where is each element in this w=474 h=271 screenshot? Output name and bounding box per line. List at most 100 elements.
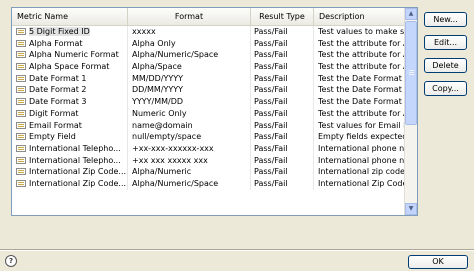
format-cell: null/empty/space	[128, 131, 251, 143]
table-row[interactable]: 5 Digit Fixed ID xxxxx Pass/Fail Test value…	[12, 26, 405, 38]
description-cell-text: Test the attribute for All	[318, 108, 405, 118]
table-row[interactable]: International Zip Code... Alpha/Numeric Pa…	[12, 166, 405, 178]
metric-name-cell-text: Alpha Space Format	[29, 62, 110, 72]
table-row[interactable]: Alpha Space Format Alpha/Space Pass/Fail Te…	[12, 61, 405, 73]
table-row[interactable]: Date Format 1 MM/DD/YYYY Pass/Fail Test the…	[12, 72, 405, 85]
description-cell-text: International phone nun	[318, 155, 405, 165]
scrollbar-thumb[interactable]	[405, 21, 417, 125]
table-row[interactable]: Date Format 2 DD/MM/YYYY Pass/Fail Test the…	[12, 84, 405, 97]
vertical-scrollbar[interactable]: ▲ ▼	[404, 8, 417, 215]
format-cell: MM/DD/YYYY	[128, 72, 251, 85]
result-type-cell-text: Pass/Fail	[254, 38, 288, 48]
metric-name-cell-text: Date Format 1	[29, 73, 87, 83]
result-type-cell-text: Pass/Fail	[254, 62, 288, 72]
description-cell-text: Test values to make sur	[318, 27, 405, 36]
dialog-separator	[0, 249, 474, 251]
metric-icon	[16, 109, 26, 117]
delete-button[interactable]: Delete	[424, 58, 467, 73]
metric-icon	[16, 74, 26, 82]
format-cell: YYYY/MM/DD	[128, 96, 251, 108]
column-header-format[interactable]: Format	[128, 8, 251, 25]
metric-name-cell: Alpha Space Format	[12, 61, 128, 73]
description-cell: Empty fields expected.	[314, 131, 405, 143]
format-cell-text: Alpha/Numeric/Space	[132, 178, 219, 188]
scroll-up-arrow-icon[interactable]: ▲	[405, 8, 417, 20]
column-header-description[interactable]: Description	[314, 8, 405, 25]
metric-icon	[16, 168, 26, 176]
format-cell: Alpha/Numeric	[128, 166, 251, 178]
metrics-table: Metric Name Format Result Type Descripti…	[11, 7, 418, 216]
table-row[interactable]: International Telepho... +xx-xxx-xxxxxx-x…	[12, 142, 405, 155]
result-type-cell: Pass/Fail	[251, 26, 314, 38]
table-row[interactable]: Email Format name@domain Pass/Fail Test val…	[12, 119, 405, 132]
metric-name-cell-text: Date Format 2	[29, 85, 87, 95]
new-button[interactable]: New...	[424, 12, 467, 27]
column-header-result-type[interactable]: Result Type	[251, 8, 314, 25]
table-row[interactable]: Empty Field null/empty/space Pass/Fail Empt…	[12, 131, 405, 143]
result-type-cell: Pass/Fail	[251, 154, 314, 167]
metric-icon	[16, 39, 26, 47]
description-cell: International phone nun	[314, 143, 405, 155]
question-mark-icon[interactable]: ?	[5, 255, 17, 267]
format-cell-text: Alpha/Space	[132, 62, 182, 72]
result-type-cell-text: Pass/Fail	[254, 73, 288, 83]
description-cell-text: Test the attribute for All	[318, 62, 405, 72]
table-body: 5 Digit Fixed ID xxxxx Pass/Fail Test value…	[12, 26, 405, 190]
format-cell-text: Alpha Only	[132, 38, 176, 48]
result-type-cell-text: Pass/Fail	[254, 155, 288, 165]
description-cell: Test values to make sur	[314, 26, 405, 38]
table-row[interactable]: Alpha Numeric Format Alpha/Numeric/Space P…	[12, 49, 405, 62]
table-header: Metric Name Format Result Type Descripti…	[12, 8, 405, 26]
metric-icon	[16, 51, 26, 59]
format-cell: +xx xxx xxxxx xxx	[128, 154, 251, 167]
metric-name-cell-text: Email Format	[29, 120, 82, 130]
metric-icon	[16, 98, 26, 106]
result-type-cell: Pass/Fail	[251, 37, 314, 50]
scroll-down-arrow-icon[interactable]: ▼	[405, 203, 417, 215]
format-cell: Alpha/Space	[128, 61, 251, 73]
table-row[interactable]: International Zip Code... Alpha/Numeric/S…	[12, 177, 405, 190]
description-cell: Test values for Email Fo	[314, 120, 405, 132]
edit-button[interactable]: Edit...	[424, 35, 467, 50]
format-cell-text: xxxxx	[132, 27, 156, 36]
table-row[interactable]: International Telepho... +xx xxx xxxxx xx…	[12, 154, 405, 167]
ok-button[interactable]: OK	[408, 255, 468, 269]
format-cell: Numeric Only	[128, 107, 251, 120]
metric-name-cell: International Zip Code...	[12, 177, 128, 190]
metric-icon	[16, 179, 26, 187]
metric-name-cell: Date Format 1	[12, 72, 128, 85]
metric-icon	[16, 156, 26, 164]
metric-name-cell: 5 Digit Fixed ID	[12, 26, 128, 38]
metric-icon	[16, 121, 26, 129]
result-type-cell: Pass/Fail	[251, 142, 314, 155]
result-type-cell-text: Pass/Fail	[254, 120, 288, 130]
format-cell: xxxxx	[128, 26, 251, 38]
description-cell-text: Test the Date Format 1	[318, 73, 405, 83]
table-row[interactable]: Digit Format Numeric Only Pass/Fail Test th…	[12, 107, 405, 120]
metric-name-cell: Date Format 2	[12, 84, 128, 97]
description-cell-text: Test the Date Format 2	[318, 85, 405, 95]
metric-icon	[16, 86, 26, 94]
result-type-cell-text: Pass/Fail	[254, 50, 288, 60]
result-type-cell: Pass/Fail	[251, 119, 314, 132]
format-cell: Alpha Only	[128, 37, 251, 50]
description-cell: International Zip Codes	[314, 178, 405, 190]
table-row[interactable]: Alpha Format Alpha Only Pass/Fail Test the …	[12, 37, 405, 50]
table-row[interactable]: Date Format 3 YYYY/MM/DD Pass/Fail Test the…	[12, 96, 405, 108]
format-cell-text: Numeric Only	[132, 108, 187, 118]
result-type-cell-text: Pass/Fail	[254, 143, 288, 153]
description-cell: Test the attribute for All	[314, 108, 405, 120]
description-cell: International phone nun	[314, 155, 405, 167]
format-cell-text: name@domain	[132, 120, 193, 130]
copy-button[interactable]: Copy...	[424, 81, 467, 96]
result-type-cell: Pass/Fail	[251, 84, 314, 97]
result-type-cell-text: Pass/Fail	[254, 85, 288, 95]
format-cell-text: null/empty/space	[132, 132, 202, 142]
result-type-cell-text: Pass/Fail	[254, 97, 288, 107]
column-header-metric-name[interactable]: Metric Name	[12, 8, 128, 25]
result-type-cell: Pass/Fail	[251, 72, 314, 85]
format-cell-text: +xx-xxx-xxxxxx-xxx	[132, 143, 214, 153]
description-cell-text: Test the attribute for All	[318, 38, 405, 48]
result-type-cell: Pass/Fail	[251, 131, 314, 143]
result-type-cell: Pass/Fail	[251, 96, 314, 108]
